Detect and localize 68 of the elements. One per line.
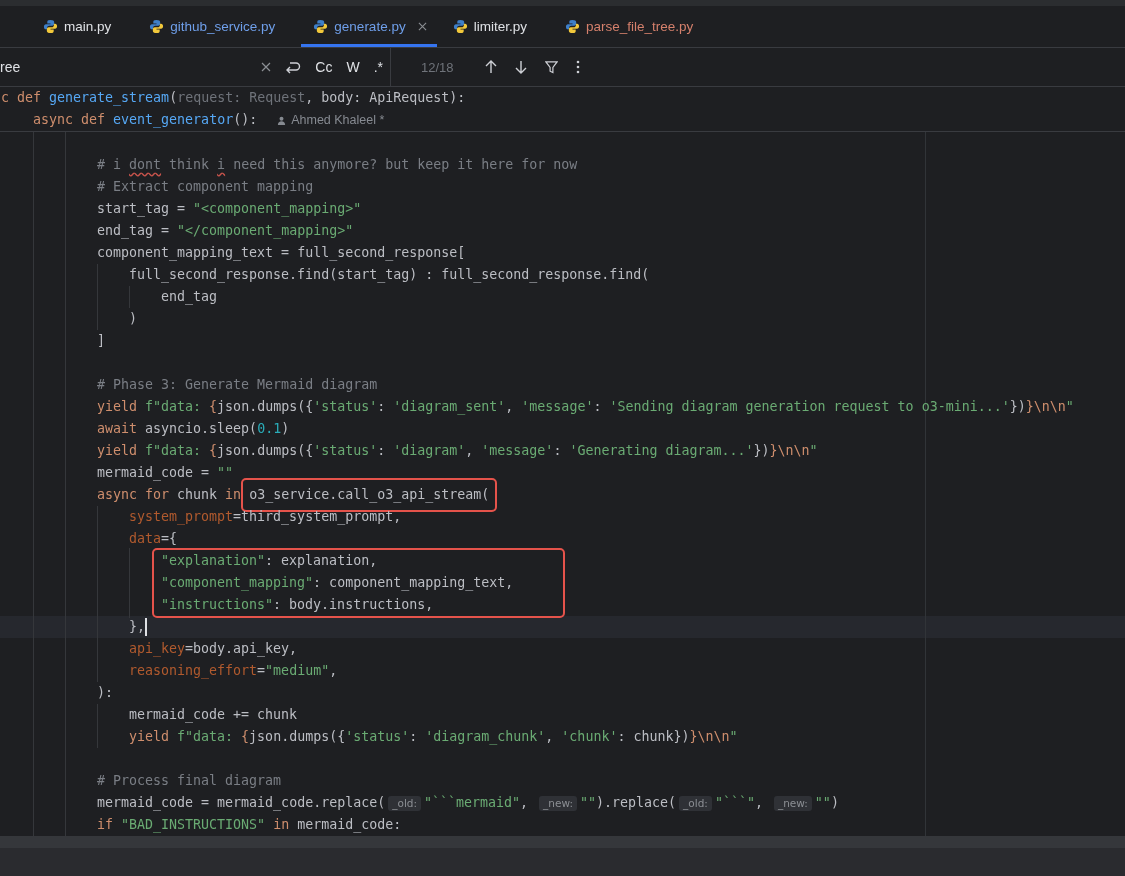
code-line: yield f"data: {json.dumps({'status': 'diagram_chunk', 'chunk': chunk})}\n\n" xyxy=(129,728,738,747)
code-line: end_tag xyxy=(161,288,218,307)
search-field[interactable]: ree xyxy=(0,59,249,75)
code-line: ] xyxy=(97,332,105,350)
code-line: mermaid_code = mermaid_code.replace( xyxy=(97,794,386,813)
more-icon[interactable] xyxy=(575,60,580,74)
code-line: "```", xyxy=(714,794,764,812)
code-line: ) xyxy=(129,310,137,328)
search-option-toggle[interactable]: Cc xyxy=(310,57,338,77)
code-line: yield f"data: {json.dumps({'status': 'diagram', 'message': 'Generating diagram...'})}\n\n" xyxy=(97,442,818,460)
code-line: data={ xyxy=(129,530,178,548)
code-line: if "BAD_INSTRUCTIONS" in mermaid_code: xyxy=(97,816,402,835)
inlay-hint: _old: xyxy=(388,795,421,811)
code-line: # Process final diagram xyxy=(97,772,282,790)
newline-icon[interactable] xyxy=(285,60,302,74)
code-line: "").replace( xyxy=(580,794,677,812)
editor-tab[interactable]: parse_file_tree.py xyxy=(564,6,706,47)
tab-label: generate.py xyxy=(334,19,406,34)
code-line: async for chunk in xyxy=(97,486,243,504)
match-count: 12/18 xyxy=(421,59,454,75)
editor-tab[interactable]: github_service.py xyxy=(149,6,288,47)
code-line: mermaid_code += chunk xyxy=(129,706,298,725)
editor-tab[interactable]: limiter.py xyxy=(452,6,539,47)
code-line: ): xyxy=(97,684,113,702)
code-line: "explanation": explanation, xyxy=(161,552,378,570)
inlay-hint: _new: xyxy=(773,795,812,811)
inlay-hint: _old: xyxy=(679,795,712,811)
close-icon[interactable] xyxy=(417,22,427,31)
close-icon[interactable] xyxy=(261,62,272,72)
code-line: "") xyxy=(814,794,839,812)
code-line: full_second_response.find(start_tag) : full_second_response.find( xyxy=(129,266,650,285)
code-line: # Extract component mapping xyxy=(97,178,314,196)
code-line: start_tag = "<component_mapping>" xyxy=(97,200,362,219)
python-file-icon xyxy=(43,19,58,34)
code-line: reasoning_effort="medium", xyxy=(129,662,338,681)
tab-label: main.py xyxy=(64,19,112,34)
editor-tab[interactable]: main.py xyxy=(43,6,124,47)
code-line: mermaid_code = "" xyxy=(97,464,234,483)
filter-icon[interactable] xyxy=(544,60,558,74)
person-icon xyxy=(277,115,287,125)
code-line: async def event_generator(): xyxy=(33,111,258,130)
code-line: api_key=body.api_key, xyxy=(129,640,298,659)
horizontal-scrollbar[interactable] xyxy=(0,836,1125,848)
code-line: }, xyxy=(129,618,145,636)
code-line: "instructions": body.instructions, xyxy=(161,596,434,614)
python-file-icon xyxy=(452,19,468,34)
editor-tab[interactable]: generate.py xyxy=(301,6,437,47)
tab-label: github_service.py xyxy=(170,19,276,34)
inlay-hint: _new: xyxy=(539,795,577,811)
code-line: # Phase 3: Generate Mermaid diagram xyxy=(97,376,378,394)
code-line: "component_mapping": component_mapping_text, xyxy=(161,574,514,593)
code-line: end_tag = "</component_mapping>" xyxy=(97,222,354,241)
code-line: c def generate_stream(request: Request, body: ApiRequest): xyxy=(1,89,466,108)
tab-label: parse_file_tree.py xyxy=(585,19,694,34)
python-file-icon xyxy=(313,19,329,34)
author-hint: Ahmed Khaleel * xyxy=(291,112,385,129)
python-file-icon xyxy=(564,19,580,34)
code-line: "```mermaid", xyxy=(424,794,530,812)
search-option-toggle[interactable]: .* xyxy=(368,57,388,77)
tab-label: limiter.py xyxy=(473,19,527,34)
code-line: # i dont think i need this anymore? but keep it here for now xyxy=(97,156,578,174)
code-line: yield f"data: {json.dumps({'status': 'diagram_sent', 'message': 'Sending diagram generation request to o3-mini...'})}\n\n" xyxy=(97,398,1074,417)
code-line: await asyncio.sleep(0.1) xyxy=(97,420,290,438)
arrow-up-icon[interactable] xyxy=(484,60,497,74)
arrow-down-icon[interactable] xyxy=(514,60,527,74)
code-line: component_mapping_text = full_second_response[ xyxy=(97,244,466,263)
search-option-toggle[interactable]: W xyxy=(341,57,365,77)
python-file-icon xyxy=(149,19,165,34)
